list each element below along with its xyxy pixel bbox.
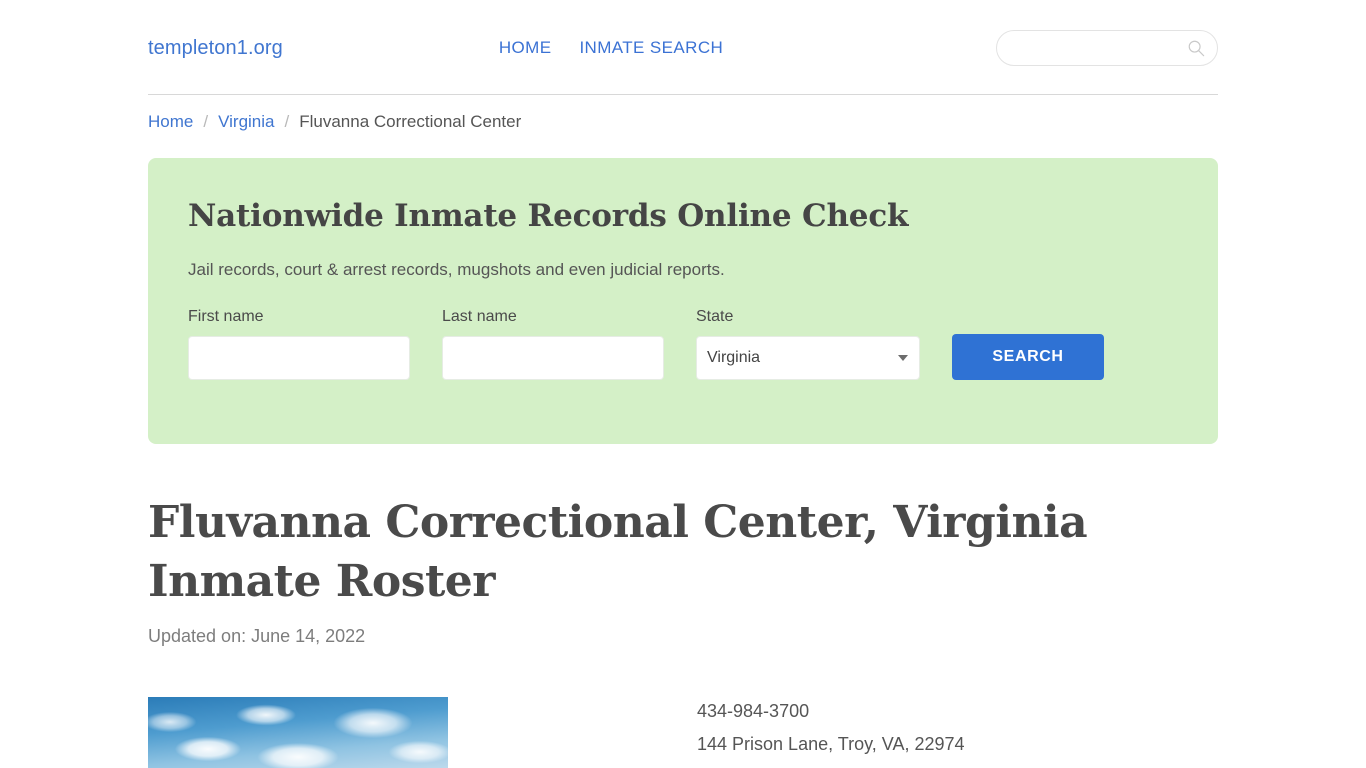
first-name-label: First name <box>188 308 264 325</box>
last-name-label: Last name <box>442 308 517 325</box>
site-header: templeton1.org HOME INMATE SEARCH <box>148 18 1218 78</box>
search-input[interactable] <box>996 30 1218 66</box>
state-select[interactable]: Virginia <box>696 336 920 380</box>
nav-item-home[interactable]: HOME <box>499 38 552 58</box>
site-logo[interactable]: templeton1.org <box>148 37 283 60</box>
last-name-field-group: Last name <box>442 308 664 380</box>
breadcrumb-item-virginia[interactable]: Virginia <box>218 112 274 132</box>
state-select-wrapper: Virginia <box>696 336 920 380</box>
facility-contact-info: 434-984-3700 144 Prison Lane, Troy, VA, … <box>697 697 965 768</box>
state-label: State <box>696 308 734 325</box>
header-divider <box>148 94 1218 95</box>
facility-block: 434-984-3700 144 Prison Lane, Troy, VA, … <box>148 697 1218 768</box>
inmate-search-panel: Nationwide Inmate Records Online Check J… <box>148 158 1218 444</box>
inmate-search-form: First name Last name State Virginia SEAR… <box>188 308 1178 380</box>
panel-subtitle: Jail records, court & arrest records, mu… <box>188 260 725 279</box>
breadcrumb-separator: / <box>284 112 290 131</box>
breadcrumb-item-home[interactable]: Home <box>148 112 193 132</box>
first-name-input[interactable] <box>188 336 410 380</box>
breadcrumb: Home / Virginia / Fluvanna Correctional … <box>148 112 1218 132</box>
nav-item-inmate-search[interactable]: INMATE SEARCH <box>579 38 723 58</box>
first-name-field-group: First name <box>188 308 410 380</box>
page-root: templeton1.org HOME INMATE SEARCH Home /… <box>0 0 1366 768</box>
breadcrumb-separator: / <box>203 112 209 131</box>
facility-photo <box>148 697 448 768</box>
facility-address: 144 Prison Lane, Troy, VA, 22974 <box>697 734 965 754</box>
page-title: Fluvanna Correctional Center, Virginia I… <box>148 497 1088 607</box>
main-navigation: HOME INMATE SEARCH <box>499 38 723 58</box>
header-search <box>996 30 1218 66</box>
last-name-input[interactable] <box>442 336 664 380</box>
last-updated-text: Updated on: June 14, 2022 <box>148 626 366 646</box>
state-field-group: State Virginia <box>696 308 920 380</box>
panel-title: Nationwide Inmate Records Online Check <box>188 198 909 234</box>
breadcrumb-item-current: Fluvanna Correctional Center <box>299 112 522 131</box>
search-button[interactable]: SEARCH <box>952 334 1104 380</box>
facility-phone[interactable]: 434-984-3700 <box>697 701 965 722</box>
